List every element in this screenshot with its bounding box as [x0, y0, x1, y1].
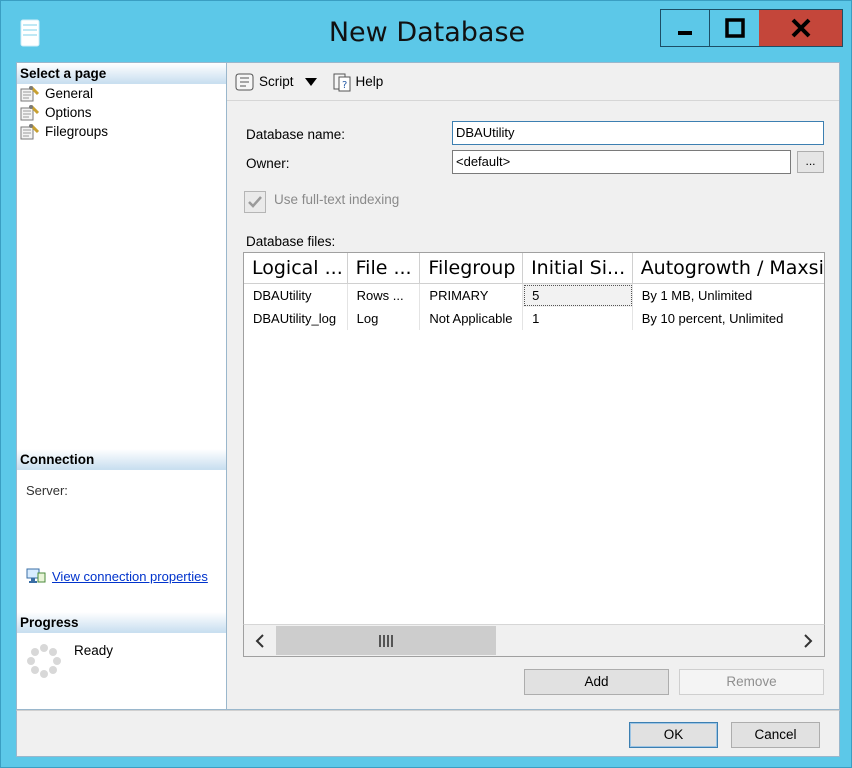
remove-button[interactable]: Remove — [679, 669, 824, 695]
owner-label: Owner: — [246, 156, 290, 171]
page-wrench-icon — [20, 123, 40, 139]
page-wrench-icon — [20, 104, 40, 120]
page-item-options[interactable]: Options — [17, 103, 226, 122]
cell-filegroup[interactable]: Not Applicable — [420, 307, 524, 330]
view-connection-properties[interactable]: View connection properties — [26, 567, 208, 585]
progress-spinner-icon — [27, 644, 61, 678]
connection-properties-icon — [26, 568, 46, 583]
progress-header: Progress — [17, 612, 226, 633]
svg-text:?: ? — [342, 80, 347, 91]
script-icon — [235, 73, 254, 90]
column-header-autogrowth[interactable]: Autogrowth / Maxsiz — [633, 253, 824, 283]
grid-horizontal-scrollbar[interactable] — [243, 624, 825, 657]
toolbar: Script ? Help — [227, 63, 839, 101]
select-page-header: Select a page — [17, 63, 226, 84]
fulltext-label: Use full-text indexing — [274, 192, 400, 207]
help-button[interactable]: ? Help — [332, 72, 384, 92]
database-name-input[interactable]: DBAUtility — [452, 121, 824, 145]
minimize-button[interactable] — [660, 9, 710, 47]
column-header-initial-size[interactable]: Initial Si... — [523, 253, 633, 283]
cell-file-type[interactable]: Log — [348, 307, 421, 330]
page-item-label: General — [45, 84, 94, 103]
page-item-label: Options — [45, 105, 92, 120]
checkmark-icon — [248, 196, 262, 208]
maximize-icon — [724, 18, 745, 38]
title-bar[interactable]: New Database — [1, 1, 851, 63]
column-header-logical-name[interactable]: Logical ... — [244, 253, 348, 283]
new-database-dialog: New Database Select a page General Optio… — [0, 0, 852, 768]
view-connection-properties-link[interactable]: View connection properties — [52, 569, 208, 584]
close-icon — [791, 18, 810, 38]
database-name-label: Database name: — [246, 127, 346, 142]
script-label: Script — [259, 74, 294, 89]
page-item-filegroups[interactable]: Filegroups — [17, 122, 226, 141]
owner-browse-button[interactable]: ... — [797, 151, 824, 173]
general-page: Script ? Help Database name: DBAUtility … — [227, 62, 840, 710]
cell-logical-name[interactable]: DBAUtility_log — [244, 307, 348, 330]
server-label: Server: — [26, 483, 68, 498]
ok-button[interactable]: OK — [629, 722, 718, 748]
grip-icon — [379, 634, 393, 647]
column-header-file-type[interactable]: File ... — [348, 253, 421, 283]
maximize-button[interactable] — [710, 9, 760, 47]
owner-input[interactable]: <default> — [452, 150, 791, 174]
chevron-right-icon — [804, 633, 813, 648]
column-header-filegroup[interactable]: Filegroup — [420, 253, 524, 283]
chevron-left-icon — [255, 633, 264, 648]
script-button[interactable]: Script — [235, 72, 294, 92]
cell-autogrowth[interactable]: By 1 MB, Unlimited — [633, 284, 824, 307]
page-item-general[interactable]: General — [17, 84, 226, 103]
cell-filegroup[interactable]: PRIMARY — [420, 284, 524, 307]
database-files-grid[interactable]: Logical ... File ... Filegroup Initial S… — [243, 252, 825, 657]
scroll-thumb[interactable] — [276, 626, 496, 655]
fulltext-checkbox[interactable] — [244, 191, 266, 213]
page-wrench-icon — [20, 85, 40, 101]
add-button[interactable]: Add — [524, 669, 669, 695]
cell-logical-name[interactable]: DBAUtility — [244, 284, 348, 307]
script-dropdown-icon[interactable] — [304, 77, 318, 87]
table-row[interactable]: DBAUtility Rows ... PRIMARY 5 By 1 MB, U… — [244, 284, 824, 307]
close-button[interactable] — [759, 9, 843, 47]
cancel-button[interactable]: Cancel — [731, 722, 820, 748]
left-pane: Select a page General Options Filegroups… — [16, 62, 227, 710]
scroll-left-button[interactable] — [244, 625, 276, 656]
help-label: Help — [355, 74, 384, 89]
cell-autogrowth[interactable]: By 10 percent, Unlimited — [633, 307, 824, 330]
connection-header: Connection — [17, 449, 226, 470]
cell-initial-size[interactable]: 1 — [523, 307, 633, 330]
scroll-right-button[interactable] — [792, 625, 824, 656]
cell-initial-size[interactable]: 5 — [523, 284, 633, 307]
database-files-label: Database files: — [246, 234, 336, 249]
grid-header-row: Logical ... File ... Filegroup Initial S… — [244, 253, 824, 284]
page-item-label: Filegroups — [45, 124, 109, 139]
dialog-button-bar: OK Cancel — [16, 710, 840, 757]
table-row[interactable]: DBAUtility_log Log Not Applicable 1 By 1… — [244, 307, 824, 330]
minimize-icon — [678, 31, 692, 35]
cell-file-type[interactable]: Rows ... — [348, 284, 421, 307]
progress-status: Ready — [74, 643, 114, 658]
help-icon: ? — [333, 73, 351, 91]
